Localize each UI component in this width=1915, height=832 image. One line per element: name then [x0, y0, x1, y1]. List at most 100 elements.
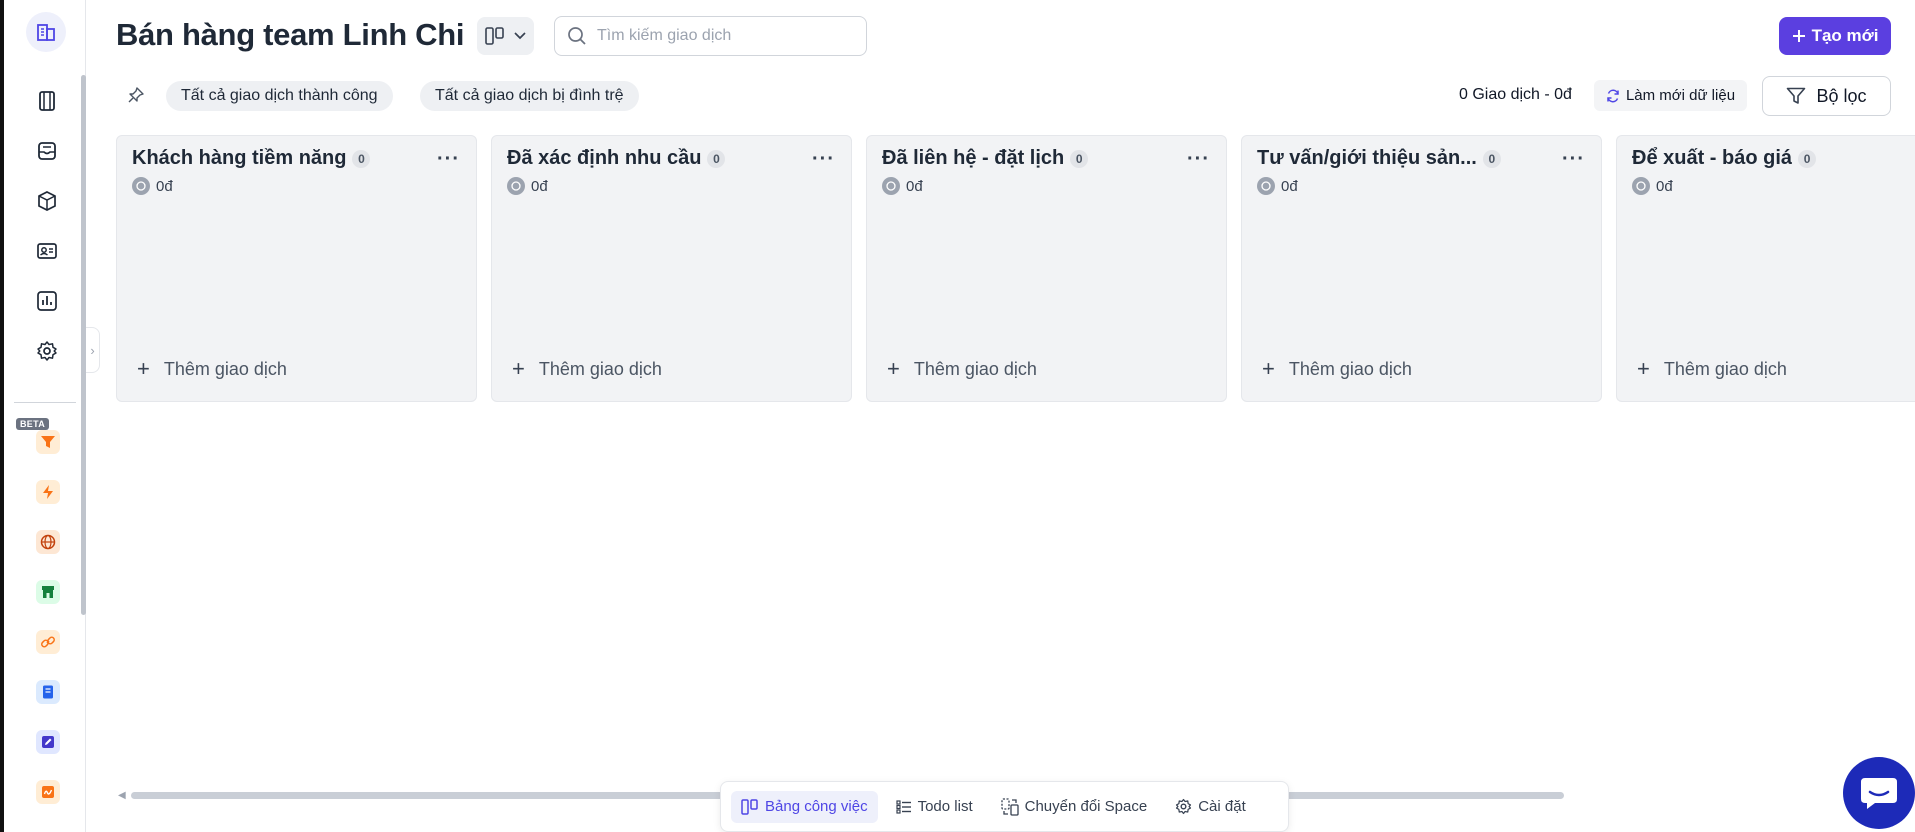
link-app-icon[interactable] [36, 630, 60, 654]
scroll-left-arrow-icon[interactable]: ◀ [118, 790, 126, 801]
chip-successful-deals[interactable]: Tất cả giao dịch thành công [166, 81, 393, 111]
column-title: Đã xác định nhu cầu [507, 147, 702, 169]
add-deal-button[interactable]: + Thêm giao dịch [887, 356, 1037, 382]
search-input[interactable] [597, 27, 847, 45]
column-title: Để xuất - báo giá [1632, 147, 1793, 169]
column-amount-value: 0đ [1281, 177, 1298, 195]
tab-settings-label: Cài đặt [1198, 798, 1246, 815]
column-amount-value: 0đ [156, 177, 173, 195]
package-icon[interactable] [34, 188, 60, 214]
settings-gear-icon[interactable] [34, 338, 60, 364]
automation-bolt-app-icon[interactable] [36, 480, 60, 504]
tab-settings[interactable]: Cài đặt [1165, 791, 1256, 823]
column-amount-value: 0đ [1656, 177, 1673, 195]
more-options-icon[interactable]: ··· [812, 148, 835, 171]
board-view-icon [741, 798, 758, 815]
plus-icon [1792, 30, 1805, 42]
workspace-logo-icon[interactable] [26, 12, 66, 52]
plus-icon: + [512, 356, 525, 381]
contact-card-icon[interactable] [34, 238, 60, 264]
column-header: Khách hàng tiềm năng 0 [132, 147, 371, 170]
sidebar-collapse-toggle[interactable]: › [86, 327, 100, 373]
tab-todo-list[interactable]: Todo list [886, 791, 983, 823]
store-app-icon[interactable] [36, 580, 60, 604]
stage-column: Tư vấn/giới thiệu sản... 0 ··· 0đ + Thêm… [1241, 135, 1602, 402]
coin-icon [882, 177, 900, 195]
settings-gear-icon [1176, 798, 1192, 815]
more-options-icon[interactable]: ··· [437, 148, 460, 171]
more-options-icon[interactable]: ··· [1187, 148, 1210, 171]
column-header: Đã xác định nhu cầu 0 [507, 147, 726, 170]
funnel-app-icon[interactable] [36, 430, 60, 454]
column-header: Tư vấn/giới thiệu sản... 0 [1257, 147, 1501, 170]
bottom-view-toolbar: Bảng công việc Todo list Chuyển đổi Spac… [720, 781, 1289, 832]
search-box[interactable] [554, 16, 867, 56]
book-app-icon[interactable] [36, 680, 60, 704]
chat-support-button[interactable] [1843, 757, 1915, 829]
create-new-label: Tạo mới [1811, 26, 1879, 45]
sidebar-divider [14, 402, 76, 403]
report-chart-icon[interactable] [34, 288, 60, 314]
sidebar: BETA [4, 0, 86, 832]
column-header: Để xuất - báo giá 0 [1632, 147, 1817, 170]
column-title: Khách hàng tiềm năng [132, 147, 347, 169]
stage-column: Khách hàng tiềm năng 0 ··· 0đ + Thêm gia… [116, 135, 477, 402]
app-root: BETA › Bán hàng team Linh Chi Tìm kiếm g… [0, 0, 1915, 832]
pin-icon[interactable] [126, 85, 146, 105]
plus-icon: + [887, 356, 900, 381]
column-amount: 0đ [1632, 177, 1673, 195]
column-amount-value: 0đ [906, 177, 923, 195]
tab-board-label: Bảng công việc [765, 798, 868, 815]
refresh-data-button[interactable]: Làm mới dữ liệu [1594, 80, 1747, 111]
chip-stalled-deals[interactable]: Tất cả giao dịch bị đình trệ [420, 81, 639, 111]
add-deal-label: Thêm giao dịch [913, 358, 1037, 379]
add-deal-label: Thêm giao dịch [1663, 358, 1787, 379]
edit-app-icon[interactable] [36, 730, 60, 754]
search-icon [568, 27, 586, 45]
column-amount: 0đ [132, 177, 173, 195]
tab-switch-space[interactable]: Chuyển đổi Space [991, 791, 1158, 823]
add-deal-label: Thêm giao dịch [1288, 358, 1412, 379]
column-amount-value: 0đ [531, 177, 548, 195]
column-amount: 0đ [882, 177, 923, 195]
more-options-icon[interactable]: ··· [1562, 148, 1585, 171]
refresh-icon [1607, 89, 1619, 102]
tab-board[interactable]: Bảng công việc [731, 790, 878, 823]
tab-switch-space-label: Chuyển đổi Space [1024, 798, 1148, 815]
switch-space-icon [1000, 797, 1019, 816]
column-count-badge: 0 [1070, 149, 1089, 168]
filter-funnel-icon [1787, 87, 1806, 104]
stage-column: Đã xác định nhu cầu 0 ··· 0đ + Thêm giao… [491, 135, 852, 402]
column-amount: 0đ [1257, 177, 1298, 195]
tab-todo-list-label: Todo list [917, 798, 973, 815]
list-icon [895, 799, 911, 814]
create-new-button[interactable]: Tạo mới [1779, 17, 1891, 55]
plus-icon: + [1637, 356, 1650, 381]
column-title: Đã liên hệ - đặt lịch [882, 147, 1065, 169]
board-view-icon [484, 27, 504, 45]
stage-column: Đã liên hệ - đặt lịch 0 ··· 0đ + Thêm gi… [866, 135, 1227, 402]
column-count-badge: 0 [1798, 149, 1817, 168]
stage-column: Để xuất - báo giá 0 0đ + Thêm giao dịch [1616, 135, 1915, 402]
add-deal-button[interactable]: + Thêm giao dịch [137, 356, 287, 382]
chat-bubble-icon [1861, 778, 1897, 809]
column-amount: 0đ [507, 177, 548, 195]
add-deal-button[interactable]: + Thêm giao dịch [512, 356, 662, 382]
beta-badge: BETA [16, 418, 50, 430]
board-icon[interactable] [34, 88, 60, 114]
add-deal-button[interactable]: + Thêm giao dịch [1637, 356, 1787, 382]
coin-icon [1632, 177, 1650, 195]
coin-icon [507, 177, 525, 195]
filter-button[interactable]: Bộ lọc [1762, 76, 1891, 116]
globe-app-icon[interactable] [36, 530, 60, 554]
view-mode-dropdown[interactable] [477, 17, 534, 55]
sign-app-icon[interactable] [36, 780, 60, 804]
page-title: Bán hàng team Linh Chi [116, 17, 465, 52]
add-deal-label: Thêm giao dịch [538, 358, 662, 379]
inbox-icon[interactable] [34, 138, 60, 164]
add-deal-button[interactable]: + Thêm giao dịch [1262, 356, 1412, 382]
column-title: Tư vấn/giới thiệu sản... [1257, 147, 1477, 169]
plus-icon: + [1262, 356, 1275, 381]
deals-summary: 0 Giao dịch - 0đ [1459, 86, 1572, 103]
coin-icon [1257, 177, 1275, 195]
